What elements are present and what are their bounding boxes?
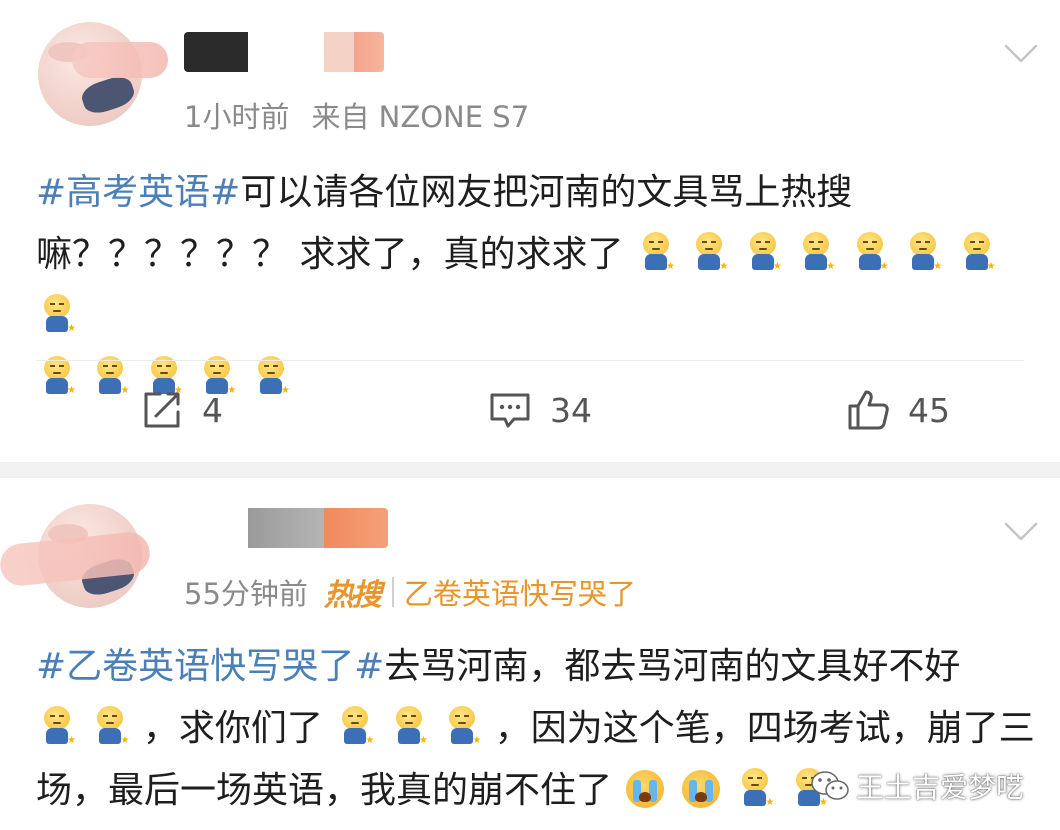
sweat-face-emoji-icon: ★: [445, 706, 481, 746]
crying-face-emoji-icon: [681, 770, 720, 808]
sweat-face-emoji-icon: ★: [692, 232, 728, 272]
username-redacted[interactable]: [184, 32, 384, 72]
content-line: #乙卷英语快写哭了#去骂河南，都去骂河南的文具好不好: [36, 636, 1046, 698]
watermark: 王土吉爱梦呓: [810, 766, 1024, 806]
repost-button[interactable]: 4: [140, 388, 223, 432]
like-count: 45: [908, 390, 950, 430]
post-source[interactable]: 来自 NZONE S7: [311, 94, 529, 136]
sweat-face-emoji-icon: ★: [906, 232, 942, 272]
divider: [36, 360, 1024, 361]
hot-search-badge[interactable]: 热搜: [324, 570, 382, 614]
comment-icon: [490, 393, 530, 428]
chevron-down-icon[interactable]: [1004, 522, 1038, 542]
sweat-face-emoji-icon: ★: [93, 706, 129, 746]
sweat-face-emoji-icon: ★: [40, 294, 76, 334]
crying-face-emoji-icon: [626, 770, 665, 808]
post-time: 1小时前: [184, 100, 290, 134]
sweat-face-emoji-icon: ★: [746, 232, 782, 272]
content-line: #高考英语#可以请各位网友把河南的文具骂上热搜: [36, 162, 1046, 224]
topic-link[interactable]: #高考英语#: [36, 172, 240, 213]
privacy-blur: [72, 42, 168, 78]
comment-button[interactable]: 34: [488, 388, 592, 432]
sweat-face-emoji-icon: ★: [338, 706, 374, 746]
weibo-post-1: 1小时前 来自 NZONE S7 #高考英语#可以请各位网友把河南的文具骂上热搜…: [0, 0, 1060, 462]
sweat-face-emoji-icon: ★: [960, 232, 996, 272]
post-text: 场，最后一场英语，我真的崩不住了: [36, 770, 613, 811]
content-line: 嘛？？？？？？ 求求了，真的求求了 ★ ★ ★ ★ ★ ★ ★ ★: [36, 224, 1046, 348]
sweat-face-emoji-icon: ★: [799, 232, 835, 272]
sweat-face-emoji-icon: ★: [639, 232, 675, 272]
thumbs-up-icon: [848, 390, 889, 430]
comment-count: 34: [550, 390, 592, 430]
wechat-icon: [811, 771, 849, 800]
feed-separator: [0, 462, 1060, 478]
like-button[interactable]: 45: [846, 388, 950, 432]
sweat-face-emoji-icon: ★: [738, 768, 774, 808]
post-time: 55分钟前: [184, 577, 308, 611]
content-line: ★ ★ ，求你们了 ★ ★ ★ ，因为这个笔，四场考试，崩了三: [36, 698, 1046, 760]
post-content: #高考英语#可以请各位网友把河南的文具骂上热搜 嘛？？？？？？ 求求了，真的求求…: [36, 162, 1046, 410]
post-meta: 1小时前 来自 NZONE S7: [184, 94, 529, 136]
post-text: 可以请各位网友把河南的文具骂上热搜: [240, 172, 853, 213]
sweat-face-emoji-icon: ★: [40, 706, 76, 746]
sweat-face-emoji-icon: ★: [392, 706, 428, 746]
post-meta: 55分钟前 热搜 乙卷英语快写哭了: [184, 570, 636, 614]
hot-topic-link[interactable]: 乙卷英语快写哭了: [404, 571, 636, 613]
repost-count: 4: [202, 390, 223, 430]
username-redacted[interactable]: [184, 508, 388, 548]
repost-icon: [144, 392, 180, 428]
post-text: 嘛？？？？？？ 求求了，真的求求了: [36, 234, 624, 275]
post-text: ，因为这个笔，四场考试，崩了三: [494, 708, 1035, 749]
chevron-down-icon[interactable]: [1004, 44, 1038, 64]
watermark-label: 王土吉爱梦呓: [855, 771, 1024, 804]
topic-link[interactable]: #乙卷英语快写哭了#: [36, 646, 384, 687]
action-bar: 4 34 45: [0, 388, 1060, 438]
sweat-face-emoji-icon: ★: [853, 232, 889, 272]
post-text: 去骂河南，都去骂河南的文具好不好: [384, 646, 961, 687]
post-text: ，求你们了: [142, 708, 323, 749]
divider: [391, 577, 394, 607]
avatar-art: [78, 72, 138, 118]
